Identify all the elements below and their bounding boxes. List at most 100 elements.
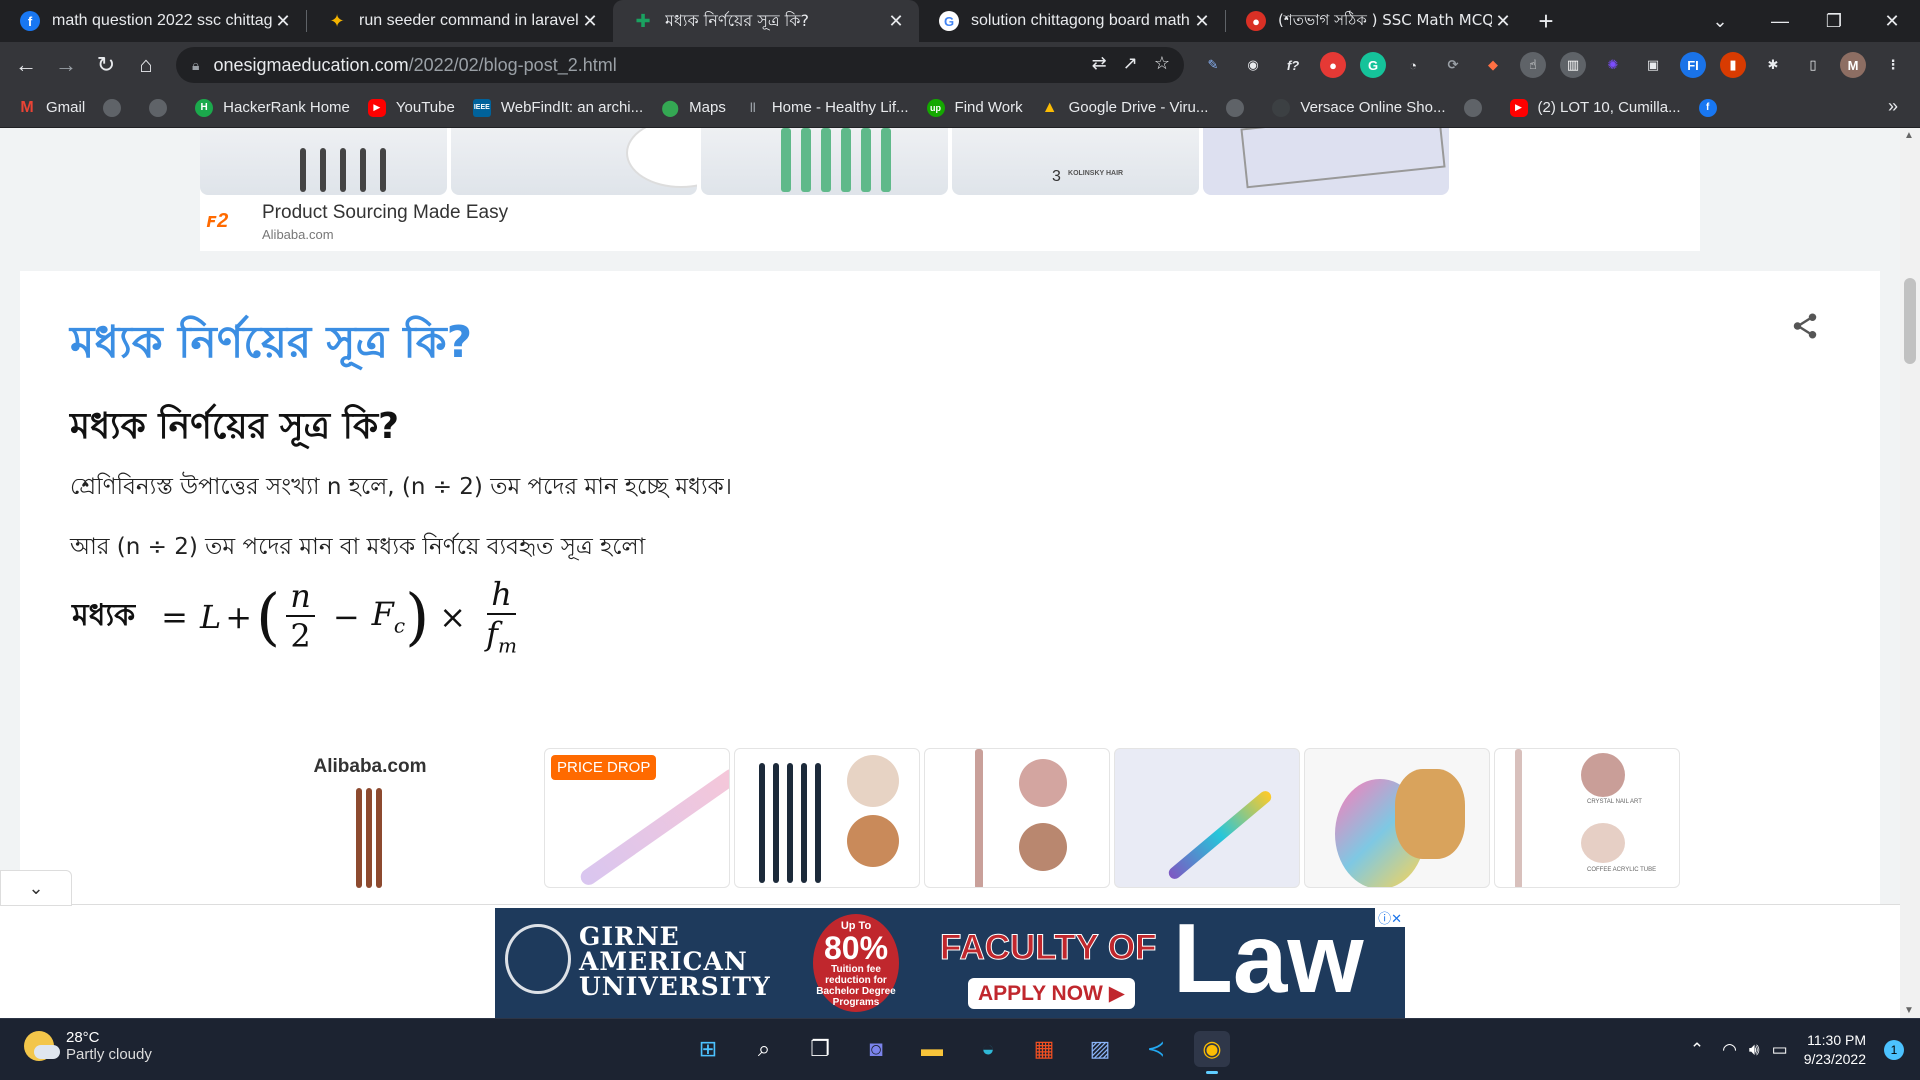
task-view-icon[interactable]: ❐ xyxy=(802,1031,838,1067)
extensions-puzzle-icon[interactable]: ✱ xyxy=(1760,52,1786,78)
post-title[interactable]: মধ্যক নির্ণয়ের সূত্র কি? xyxy=(70,309,472,382)
window-extension-icon[interactable]: ▣ xyxy=(1640,52,1666,78)
ad-product-cell[interactable] xyxy=(1304,748,1490,888)
ad-product-thumb[interactable] xyxy=(701,128,949,195)
apply-now-button[interactable]: APPLY NOW ▶ xyxy=(968,978,1135,1009)
side-panel-icon[interactable]: ▯ xyxy=(1800,52,1826,78)
ad-product-cell[interactable] xyxy=(734,748,920,888)
search-icon[interactable]: ⌕ xyxy=(746,1031,782,1067)
home-button[interactable]: ⌂ xyxy=(126,45,166,85)
alibaba-product-ad-row[interactable]: Alibaba.com PRICE DROP CRYSTAL NAIL ART … xyxy=(200,748,1700,888)
ad-choices-close-icon[interactable]: ⓘ✕ xyxy=(1375,908,1405,927)
office-extension-icon[interactable]: ▮ xyxy=(1720,52,1746,78)
tab-laravel-seeder[interactable]: ✦ run seeder command in laravel C ✕ xyxy=(307,0,613,42)
forward-button[interactable]: → xyxy=(46,45,86,85)
lock-icon[interactable]: 🔒︎ xyxy=(192,57,199,74)
close-tab-icon[interactable]: ✕ xyxy=(1492,10,1514,32)
formula-extension-icon[interactable]: f? xyxy=(1280,52,1306,78)
ad-product-thumb[interactable] xyxy=(200,128,447,195)
back-button[interactable]: ← xyxy=(6,45,46,85)
university-banner-ad[interactable]: GIRNE AMERICAN UNIVERSITY Up To 80% Tuit… xyxy=(495,908,1405,1018)
teams-chat-icon[interactable]: ◙ xyxy=(858,1031,894,1067)
pen-extension-icon[interactable]: ✎ xyxy=(1200,52,1226,78)
stats-extension-icon[interactable]: ▥ xyxy=(1560,52,1586,78)
tab-search-chevron-icon[interactable]: ⌄ xyxy=(1692,0,1748,42)
ad-product-thumb[interactable] xyxy=(1202,128,1450,195)
system-clock[interactable]: 11:30 PM 9/23/2022 xyxy=(1804,1031,1866,1069)
file-explorer-icon[interactable]: ▬ xyxy=(914,1031,950,1067)
more-bookmarks-chevron-icon[interactable]: » xyxy=(1888,96,1898,117)
bookmark-globe-4[interactable] xyxy=(1463,98,1492,117)
start-windows-icon[interactable]: ⊞ xyxy=(690,1031,726,1067)
menu-kebab-icon[interactable]: ⋮ xyxy=(1880,52,1906,78)
pokeball-extension-icon[interactable]: ● xyxy=(1320,52,1346,78)
collapse-ad-chevron-icon[interactable]: ⌄ xyxy=(0,870,72,906)
ad-product-cell[interactable] xyxy=(924,748,1110,888)
bookmark-google-drive[interactable]: ▲ Google Drive - Viru... xyxy=(1041,99,1209,117)
bookmark-healthy-life[interactable]: || Home - Healthy Lif... xyxy=(744,99,909,117)
weather-widget[interactable]: 28°C Partly cloudy xyxy=(24,1029,152,1063)
bookmark-gmail[interactable]: M Gmail xyxy=(18,99,85,117)
bookmark-lot10[interactable]: ▶ (2) LOT 10, Cumilla... xyxy=(1509,98,1681,117)
page-scrollbar[interactable]: ▲ ▼ xyxy=(1900,128,1920,1018)
scrollbar-thumb[interactable] xyxy=(1904,278,1916,364)
tab-ssc-mcq[interactable]: ● (শতভাগ সঠিক ) SSC Math MCQ ✕ xyxy=(1226,0,1526,42)
camera-extension-icon[interactable]: ◉ xyxy=(1240,52,1266,78)
snowflake-extension-icon[interactable]: ✺ xyxy=(1600,52,1626,78)
bookmark-find-work[interactable]: up Find Work xyxy=(926,98,1023,117)
tab-facebook-math[interactable]: f math question 2022 ssc chittagong ✕ xyxy=(0,0,306,42)
ad-product-cell[interactable]: CRYSTAL NAIL ART COFFEE ACRYLIC TUBE xyxy=(1494,748,1680,888)
bookmark-youtube[interactable]: ▶ YouTube xyxy=(367,98,455,117)
reload-button[interactable]: ↻ xyxy=(86,45,126,85)
notification-badge[interactable]: 1 xyxy=(1884,1040,1904,1060)
bookmark-versace[interactable]: Versace Online Sho... xyxy=(1272,98,1446,117)
top-sourcing-ad[interactable]: 3 KOLINSKY HAIR ꜰ2 Product Sourcing Made… xyxy=(200,128,1701,251)
show-hidden-icons-chevron-icon[interactable]: ⌃ xyxy=(1690,1040,1704,1060)
bookmark-facebook[interactable]: f xyxy=(1698,98,1727,117)
ad-product-cell[interactable]: PRICE DROP xyxy=(544,748,730,888)
tap-extension-icon[interactable]: ☝ xyxy=(1520,52,1546,78)
battery-icon[interactable]: ▭ xyxy=(1772,1040,1788,1060)
close-tab-icon[interactable]: ✕ xyxy=(1191,10,1213,32)
chrome-browser-icon[interactable]: ◉ xyxy=(1194,1031,1230,1074)
wifi-icon[interactable]: ◠ xyxy=(1722,1040,1737,1060)
vscode-icon[interactable]: ≺ xyxy=(1138,1031,1174,1067)
ad-product-thumb[interactable] xyxy=(1453,128,1701,195)
bookmark-star-icon[interactable]: ☆ xyxy=(1154,53,1170,74)
alibaba-brand-cell[interactable]: Alibaba.com xyxy=(200,748,540,888)
bookmark-globe-3[interactable] xyxy=(1226,98,1254,117)
ad-product-cell[interactable] xyxy=(1114,748,1300,888)
bookmark-globe-2[interactable] xyxy=(149,98,177,117)
sync-extension-icon[interactable]: ⟳ xyxy=(1440,52,1466,78)
scroll-up-arrow-icon[interactable]: ▲ xyxy=(1904,130,1914,141)
bookmark-webfindit[interactable]: IEEE WebFindIt: an archi... xyxy=(472,98,643,117)
microsoft-store-icon[interactable]: ▦ xyxy=(1026,1031,1062,1067)
share-icon[interactable] xyxy=(1790,311,1820,341)
translate-icon[interactable]: ⇄ xyxy=(1092,53,1107,74)
tab-google-solution[interactable]: G solution chittagong board math ✕ xyxy=(919,0,1225,42)
minimize-button[interactable]: — xyxy=(1752,0,1808,42)
share-page-icon[interactable]: ↗ xyxy=(1123,53,1138,74)
fi-extension-icon[interactable]: FI xyxy=(1680,52,1706,78)
edge-browser-icon[interactable]: ◒ xyxy=(970,1031,1006,1067)
fox-extension-icon[interactable]: ◆ xyxy=(1480,52,1506,78)
ad-product-thumb[interactable] xyxy=(450,128,698,195)
close-tab-icon[interactable]: ✕ xyxy=(885,10,907,32)
close-tab-icon[interactable]: ✕ xyxy=(272,10,294,32)
scroll-down-arrow-icon[interactable]: ▼ xyxy=(1904,1005,1914,1016)
tab-active-median-formula[interactable]: ✚ মধ্যক নির্ণয়ের সূত্র কি? ✕ xyxy=(613,0,919,42)
volume-icon[interactable]: 🔊︎ xyxy=(1749,1040,1760,1060)
speech-extension-icon[interactable]: ◔ xyxy=(1400,52,1426,78)
bookmark-hackerrank[interactable]: H HackerRank Home xyxy=(195,98,350,117)
photos-icon[interactable]: ▨ xyxy=(1082,1031,1118,1067)
ad-product-thumb[interactable]: 3 KOLINSKY HAIR xyxy=(952,128,1199,195)
address-bar[interactable]: 🔒︎ onesigmaeducation.com/2022/02/blog-po… xyxy=(176,47,1184,83)
grammarly-extension-icon[interactable]: G xyxy=(1360,52,1386,78)
close-tab-icon[interactable]: ✕ xyxy=(579,10,601,32)
profile-avatar[interactable]: M xyxy=(1840,52,1866,78)
restore-button[interactable]: ❐ xyxy=(1806,0,1862,42)
ad-headline[interactable]: Product Sourcing Made Easy xyxy=(262,202,508,224)
new-tab-button[interactable]: + xyxy=(1526,0,1566,42)
bookmark-globe-1[interactable] xyxy=(103,98,131,117)
close-window-button[interactable]: ✕ xyxy=(1864,0,1920,42)
